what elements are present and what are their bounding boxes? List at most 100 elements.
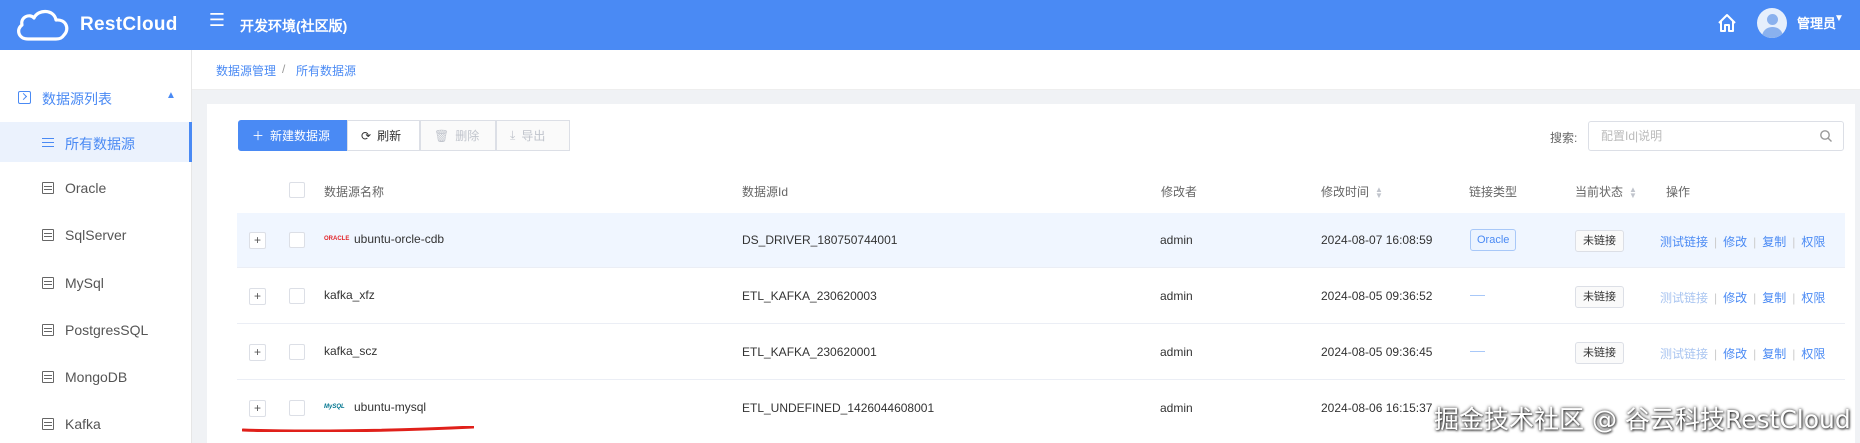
sidebar-item-label: Kafka bbox=[65, 416, 101, 432]
sidebar-item-all-datasources[interactable]: 所有数据源 bbox=[0, 122, 192, 162]
expand-row-button[interactable]: + bbox=[249, 288, 266, 305]
column-header-id: 数据源Id bbox=[742, 185, 789, 199]
sidebar-item-sqlserver[interactable]: SqlServer bbox=[0, 215, 191, 255]
sidebar-item-mysql[interactable]: MySql bbox=[0, 263, 191, 303]
column-header-label: 修改时间 bbox=[1321, 185, 1370, 199]
sidebar-item-kafka[interactable]: Kafka bbox=[0, 404, 191, 443]
sidebar-item-label: Oracle bbox=[65, 180, 107, 196]
database-icon bbox=[42, 229, 54, 241]
status-tag: 未链接 bbox=[1575, 342, 1624, 364]
edit-button[interactable]: 修改 bbox=[1723, 347, 1747, 361]
logo[interactable]: RestCloud bbox=[14, 5, 178, 45]
sidebar-item-label: MySql bbox=[65, 275, 104, 291]
row-checkbox[interactable] bbox=[289, 232, 305, 248]
datasource-name-text: ubuntu-orcle-cdb bbox=[354, 232, 445, 246]
expand-row-button[interactable]: + bbox=[249, 344, 266, 361]
breadcrumb-separator: / bbox=[282, 62, 286, 76]
sidebar-group-datasource-list[interactable]: 数据源列表 ▲ bbox=[0, 78, 191, 118]
table-row[interactable]: + ORACLE ubuntu-orcle-cdb DS_DRIVER_1807… bbox=[237, 213, 1845, 268]
datasource-id: ETL_UNDEFINED_1426044608001 bbox=[742, 401, 935, 415]
datasource-name[interactable]: ORACLE ubuntu-orcle-cdb bbox=[324, 232, 444, 246]
new-datasource-label: 新建数据源 bbox=[270, 129, 331, 143]
table-row[interactable]: + kafka_xfz ETL_KAFKA_230620003 admin 20… bbox=[237, 269, 1845, 324]
red-underline-annotation bbox=[242, 426, 474, 432]
modified-time: 2024-08-06 16:15:37 bbox=[1321, 401, 1433, 415]
test-link-button[interactable]: 测试链接 bbox=[1660, 347, 1708, 361]
permission-button[interactable]: 权限 bbox=[1801, 291, 1825, 305]
row-actions: 测试链接 | 修改 | 复制 | 权限 bbox=[1660, 291, 1826, 305]
column-header-label: 当前状态 bbox=[1575, 185, 1624, 199]
copy-button[interactable]: 复制 bbox=[1762, 235, 1786, 249]
datasource-name-text: kafka_xfz bbox=[324, 288, 375, 302]
editor: admin bbox=[1160, 401, 1193, 415]
download-icon: ⤓ bbox=[510, 128, 516, 142]
test-link-button[interactable]: 测试链接 bbox=[1660, 291, 1708, 305]
expand-row-button[interactable]: + bbox=[249, 400, 266, 417]
column-header-modified-time[interactable]: 修改时间 ▲ ▼ bbox=[1321, 183, 1383, 200]
datasource-name[interactable]: kafka_scz bbox=[324, 344, 377, 358]
oracle-logo-icon: ORACLE bbox=[324, 236, 350, 242]
editor: admin bbox=[1160, 345, 1193, 359]
editor: admin bbox=[1160, 233, 1193, 247]
chevron-up-icon: ▲ bbox=[166, 90, 176, 101]
avatar[interactable] bbox=[1757, 8, 1787, 38]
column-header-name: 数据源名称 bbox=[324, 185, 385, 199]
logo-text: RestCloud bbox=[80, 14, 178, 35]
search-input[interactable] bbox=[1588, 121, 1844, 151]
refresh-label: 刷新 bbox=[377, 129, 402, 143]
menu-toggle-icon[interactable]: ☰ bbox=[208, 10, 226, 31]
edit-button[interactable]: 修改 bbox=[1723, 291, 1747, 305]
sidebar-item-postgressql[interactable]: PostgresSQL bbox=[0, 310, 191, 350]
mysql-logo-icon: MySQL bbox=[324, 404, 345, 410]
home-icon[interactable] bbox=[1716, 12, 1738, 34]
new-datasource-button[interactable]: ＋ 新建数据源 bbox=[238, 120, 347, 151]
refresh-icon: ⟳ bbox=[361, 128, 372, 143]
permission-button[interactable]: 权限 bbox=[1801, 347, 1825, 361]
sidebar-item-oracle[interactable]: Oracle bbox=[0, 168, 191, 208]
column-header-status[interactable]: 当前状态 ▲ ▼ bbox=[1575, 183, 1637, 200]
table-row[interactable]: + kafka_scz ETL_KAFKA_230620001 admin 20… bbox=[237, 325, 1845, 380]
status-tag: 未链接 bbox=[1575, 230, 1624, 252]
delete-button[interactable]: 🗑 删除 bbox=[420, 120, 496, 151]
row-checkbox[interactable] bbox=[289, 400, 305, 416]
search-label: 搜索: bbox=[1550, 131, 1578, 145]
sort-icon[interactable]: ▲ ▼ bbox=[1629, 185, 1637, 199]
export-label: 导出 bbox=[521, 129, 546, 143]
sidebar-group-label: 数据源列表 bbox=[42, 91, 112, 107]
sidebar-item-label: MongoDB bbox=[65, 369, 128, 385]
modified-time: 2024-08-05 09:36:45 bbox=[1321, 345, 1433, 359]
breadcrumb-datasource-management[interactable]: 数据源管理 bbox=[216, 62, 276, 79]
caret-down-icon[interactable]: ▼ bbox=[1834, 13, 1844, 24]
copy-button[interactable]: 复制 bbox=[1762, 347, 1786, 361]
export-button[interactable]: ⤓ 导出 bbox=[496, 120, 570, 151]
datasource-name[interactable]: kafka_xfz bbox=[324, 288, 375, 302]
link-type-tag: Oracle bbox=[1470, 229, 1517, 251]
editor: admin bbox=[1160, 289, 1193, 303]
sidebar-item-label: SqlServer bbox=[65, 227, 127, 243]
column-header-link-type: 链接类型 bbox=[1469, 185, 1518, 199]
terminal-icon bbox=[18, 91, 31, 104]
sort-icon[interactable]: ▲ ▼ bbox=[1375, 185, 1383, 199]
refresh-button[interactable]: ⟳ 刷新 bbox=[347, 120, 420, 151]
edit-button[interactable]: 修改 bbox=[1723, 235, 1747, 249]
sidebar-item-mongodb[interactable]: MongoDB bbox=[0, 357, 191, 397]
expand-row-button[interactable]: + bbox=[249, 232, 266, 249]
link-type-empty bbox=[1470, 351, 1485, 352]
row-checkbox[interactable] bbox=[289, 288, 305, 304]
datasource-name[interactable]: MySQL ubuntu-mysql bbox=[324, 400, 426, 414]
user-name[interactable]: 管理员 bbox=[1797, 13, 1836, 32]
datasource-id: ETL_KAFKA_230620003 bbox=[742, 289, 877, 303]
watermark: 掘金技术社区 @ 谷云科技RestCloud bbox=[1434, 405, 1851, 434]
breadcrumb-all-datasources[interactable]: 所有数据源 bbox=[296, 62, 356, 79]
breadcrumb: 数据源管理 / 所有数据源 bbox=[192, 50, 1860, 90]
search-icon[interactable] bbox=[1819, 129, 1833, 143]
sidebar-item-label: 所有数据源 bbox=[65, 136, 135, 152]
permission-button[interactable]: 权限 bbox=[1801, 235, 1825, 249]
row-checkbox[interactable] bbox=[289, 344, 305, 360]
delete-label: 删除 bbox=[455, 129, 480, 143]
list-icon bbox=[42, 136, 54, 148]
select-all-checkbox[interactable] bbox=[289, 182, 305, 198]
copy-button[interactable]: 复制 bbox=[1762, 291, 1786, 305]
test-link-button[interactable]: 测试链接 bbox=[1660, 235, 1708, 249]
datasource-id: DS_DRIVER_180750744001 bbox=[742, 233, 898, 247]
